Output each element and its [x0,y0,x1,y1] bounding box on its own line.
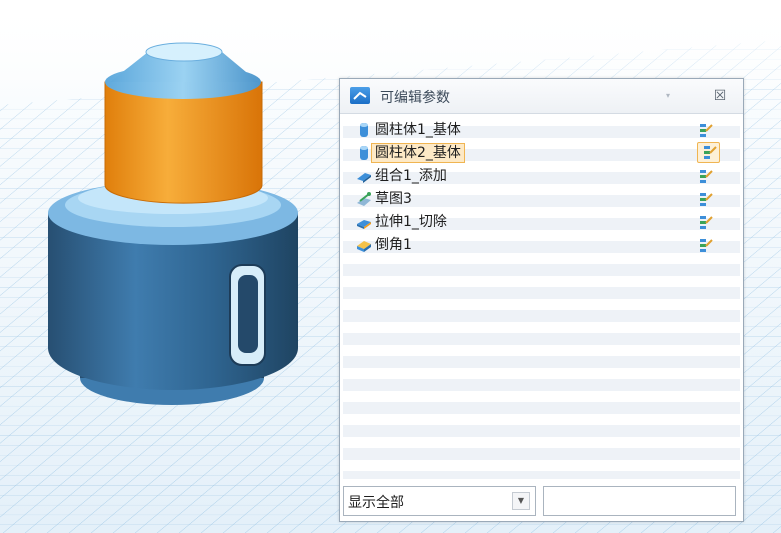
feature-list[interactable]: 圆柱体1_基体 圆柱体2_基体 组合1_添加 草图3 拉伸1_切除 倒角1 [343,115,740,479]
panel-header: 可编辑参数 ▾ ☒ [340,79,743,114]
list-item[interactable]: 倒角1 [343,234,740,256]
edit-param-icon[interactable] [697,142,720,163]
sketch-icon [356,191,372,207]
edit-param-icon[interactable] [696,213,714,231]
chamfer-icon [356,237,372,253]
close-button[interactable]: ☒ [710,87,730,105]
edit-param-icon[interactable] [696,121,714,139]
search-input[interactable] [543,486,736,516]
list-item[interactable]: 草图3 [343,188,740,210]
feature-label: 草图3 [375,191,412,207]
list-item-selected[interactable]: 圆柱体2_基体 [343,142,740,164]
feature-label: 圆柱体2_基体 [371,143,465,163]
list-item[interactable]: 组合1_添加 [343,165,740,187]
combine-add-icon [356,168,372,184]
panel-title: 可编辑参数 [380,90,450,106]
list-item[interactable]: 拉伸1_切除 [343,211,740,233]
cylinder-icon [356,145,372,161]
feature-label: 圆柱体1_基体 [375,122,461,138]
edit-param-icon[interactable] [696,236,714,254]
cylinder-icon [356,122,372,138]
panel-params-icon [350,87,370,104]
filter-dropdown[interactable]: 显示全部 ▼ [343,486,536,516]
list-item[interactable]: 圆柱体1_基体 [343,119,740,141]
filter-value: 显示全部 [348,495,404,511]
feature-label: 倒角1 [375,237,412,253]
panel-dropdown-icon[interactable]: ▾ [666,91,670,100]
edit-param-icon[interactable] [696,167,714,185]
chevron-down-icon[interactable]: ▼ [512,492,530,510]
feature-label: 组合1_添加 [375,168,447,184]
feature-label: 拉伸1_切除 [375,214,447,230]
editable-params-panel: 可编辑参数 ▾ ☒ 圆柱体1_基体 圆柱体2_基体 组合1_添加 草图3 拉伸1… [339,78,744,522]
extrude-cut-icon [356,214,372,230]
edit-param-icon[interactable] [696,190,714,208]
